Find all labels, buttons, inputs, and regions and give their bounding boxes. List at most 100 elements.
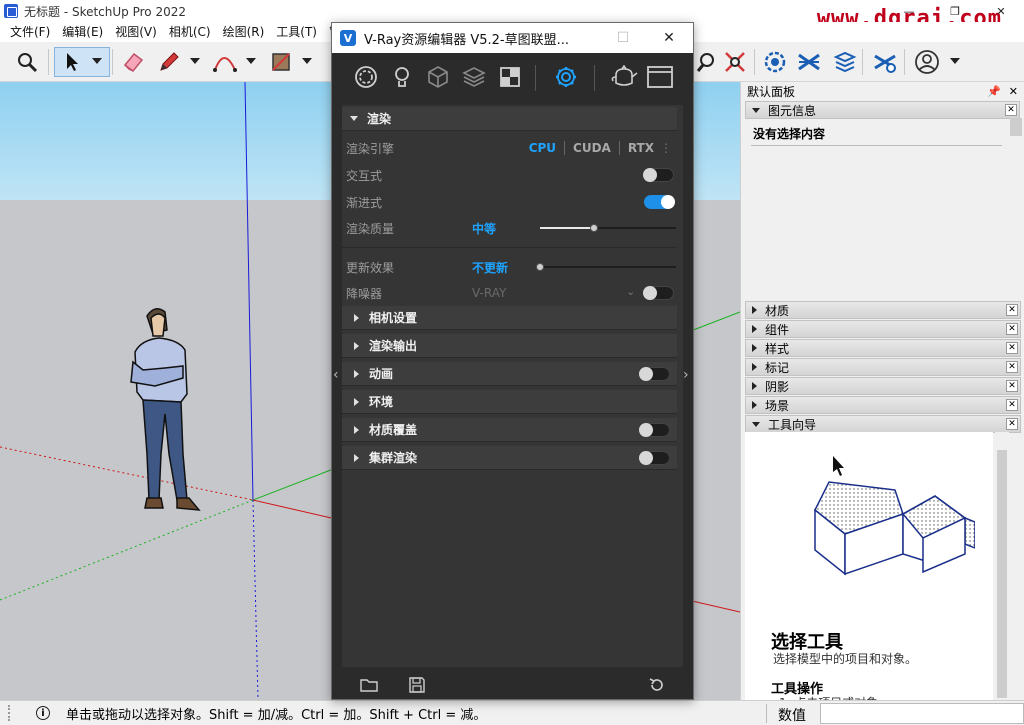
close-icon[interactable]: ✕ bbox=[1006, 342, 1018, 354]
section-material-override[interactable]: 材质覆盖 bbox=[342, 418, 677, 442]
open-folder-icon[interactable] bbox=[360, 676, 378, 694]
engine-cpu[interactable]: CPU bbox=[521, 141, 564, 155]
vray-batch-icon[interactable] bbox=[830, 47, 860, 77]
zoom-extents-icon[interactable] bbox=[720, 47, 750, 77]
measurements-label: 数值 bbox=[778, 708, 806, 724]
eraser-icon[interactable] bbox=[118, 47, 148, 77]
update-slider[interactable] bbox=[536, 263, 676, 271]
progressive-toggle[interactable] bbox=[644, 195, 675, 209]
progressive-label: 渐进式 bbox=[346, 195, 383, 210]
paint-bucket-icon[interactable] bbox=[266, 47, 296, 77]
pencil-icon[interactable] bbox=[154, 47, 184, 77]
close-icon[interactable]: ✕ bbox=[1006, 361, 1018, 373]
collapse-left-icon[interactable]: ‹ bbox=[333, 367, 339, 383]
pin-icon[interactable]: 📌 bbox=[987, 85, 1001, 98]
vray-settings-icon[interactable] bbox=[870, 47, 900, 77]
layers-icon[interactable] bbox=[462, 65, 486, 89]
menu-draw[interactable]: 绘图(R) bbox=[217, 22, 271, 42]
animation-toggle[interactable] bbox=[639, 367, 670, 381]
engine-rtx[interactable]: RTX bbox=[618, 141, 662, 155]
panel-entity-info[interactable]: 图元信息 ✕ bbox=[745, 101, 1020, 119]
tray-scrollbar[interactable] bbox=[1010, 118, 1022, 136]
panel-components[interactable]: 组件 ✕ bbox=[745, 320, 1021, 338]
scale-figure-person bbox=[130, 308, 201, 511]
measurements-input[interactable] bbox=[820, 703, 1024, 724]
chevron-down-icon[interactable] bbox=[302, 58, 312, 64]
row-render-engine: 渲染引擎 CPU CUDA RTX ⋮ bbox=[346, 137, 676, 159]
arc-icon[interactable] bbox=[210, 47, 240, 77]
chevron-down-icon[interactable] bbox=[246, 58, 256, 64]
user-account-icon[interactable] bbox=[912, 47, 942, 77]
zoom-icon[interactable] bbox=[12, 47, 42, 77]
maximize-button[interactable]: ❐ bbox=[932, 0, 978, 22]
section-render-output[interactable]: 渲染输出 bbox=[342, 334, 677, 358]
panel-tags[interactable]: 标记 ✕ bbox=[745, 358, 1021, 376]
chevron-down-icon[interactable] bbox=[92, 58, 102, 64]
settings-icon[interactable] bbox=[554, 65, 578, 89]
collapse-right-icon[interactable]: › bbox=[683, 367, 689, 383]
section-animation[interactable]: 动画 bbox=[342, 362, 677, 386]
close-icon[interactable]: ✕ bbox=[1006, 418, 1018, 430]
geometry-icon[interactable] bbox=[426, 65, 450, 89]
denoiser-toggle[interactable] bbox=[643, 286, 674, 300]
section-label: 渲染输出 bbox=[369, 339, 418, 353]
interactive-toggle[interactable] bbox=[643, 168, 674, 182]
quality-slider[interactable] bbox=[540, 224, 676, 232]
info-icon[interactable]: i bbox=[36, 706, 50, 720]
panel-materials[interactable]: 材质 ✕ bbox=[745, 301, 1021, 319]
menu-edit[interactable]: 编辑(E) bbox=[56, 22, 109, 42]
material-override-toggle[interactable] bbox=[639, 423, 670, 437]
section-camera[interactable]: 相机设置 bbox=[342, 306, 677, 330]
menu-view[interactable]: 视图(V) bbox=[109, 22, 163, 42]
expand-icon bbox=[752, 363, 757, 371]
entity-info-body: 没有选择内容 bbox=[745, 119, 1020, 299]
close-icon[interactable]: ✕ bbox=[1005, 104, 1017, 116]
lights-icon[interactable] bbox=[390, 65, 414, 89]
render-teapot-icon[interactable] bbox=[610, 65, 638, 89]
vray-close-button[interactable]: ✕ bbox=[646, 23, 692, 53]
panel-label: 场景 bbox=[765, 398, 790, 413]
panel-styles[interactable]: 样式 ✕ bbox=[745, 339, 1021, 357]
vray-render-icon[interactable] bbox=[794, 47, 824, 77]
instructor-panel: 选择工具 选择模型中的项目和对象。 工具操作 1. 点击项目或对象。 bbox=[745, 432, 1009, 702]
update-value[interactable]: 不更新 bbox=[472, 259, 508, 276]
vray-settings-panel: 渲染 渲染引擎 CPU CUDA RTX ⋮ 交互式 渐进式 渲染质量 中等 更… bbox=[342, 105, 683, 667]
chevron-down-icon[interactable]: ⌄ bbox=[626, 285, 635, 298]
vray-asset-editor-icon[interactable] bbox=[760, 47, 790, 77]
denoiser-value[interactable]: V-RAY bbox=[472, 286, 506, 300]
close-icon[interactable]: ✕ bbox=[1006, 304, 1018, 316]
close-icon[interactable]: ✕ bbox=[1009, 85, 1018, 98]
close-icon[interactable]: ✕ bbox=[1006, 380, 1018, 392]
section-render[interactable]: 渲染 bbox=[342, 107, 677, 131]
instructor-scrollbar[interactable] bbox=[997, 450, 1007, 698]
panel-scenes[interactable]: 场景 ✕ bbox=[745, 396, 1021, 414]
minimize-button[interactable]: — bbox=[886, 0, 932, 22]
textures-icon[interactable] bbox=[498, 65, 522, 89]
materials-icon[interactable] bbox=[354, 65, 378, 89]
section-environment[interactable]: 环境 bbox=[342, 390, 677, 414]
distributed-rendering-toggle[interactable] bbox=[639, 451, 670, 465]
menu-camera[interactable]: 相机(C) bbox=[163, 22, 217, 42]
panel-instructor[interactable]: 工具向导 ✕ bbox=[745, 415, 1021, 433]
close-icon[interactable]: ✕ bbox=[1006, 323, 1018, 335]
close-icon[interactable]: ✕ bbox=[1006, 399, 1018, 411]
more-options-icon[interactable]: ⋮ bbox=[660, 141, 672, 155]
status-bar: i 单击或拖动以选择对象。Shift = 加/减。Ctrl = 加。Shift … bbox=[0, 700, 1024, 725]
zoom-window-icon[interactable] bbox=[692, 47, 722, 77]
panel-label: 图元信息 bbox=[768, 103, 817, 118]
vray-maximize-button[interactable]: ☐ bbox=[600, 23, 646, 53]
menu-tools[interactable]: 工具(T) bbox=[270, 22, 323, 42]
menu-file[interactable]: 文件(F) bbox=[4, 22, 56, 42]
save-icon[interactable] bbox=[408, 676, 426, 694]
window-controls: — ❐ ✕ bbox=[886, 0, 1024, 22]
frame-buffer-icon[interactable] bbox=[646, 65, 674, 89]
section-label: 集群渲染 bbox=[369, 451, 418, 465]
chevron-down-icon[interactable] bbox=[190, 58, 200, 64]
reset-icon[interactable] bbox=[648, 676, 666, 694]
engine-cuda[interactable]: CUDA bbox=[564, 141, 619, 155]
close-button[interactable]: ✕ bbox=[978, 0, 1024, 22]
section-distributed-rendering[interactable]: 集群渲染 bbox=[342, 446, 677, 470]
quality-value[interactable]: 中等 bbox=[472, 220, 496, 237]
chevron-down-icon[interactable] bbox=[950, 58, 960, 64]
panel-shadows[interactable]: 阴影 ✕ bbox=[745, 377, 1021, 395]
